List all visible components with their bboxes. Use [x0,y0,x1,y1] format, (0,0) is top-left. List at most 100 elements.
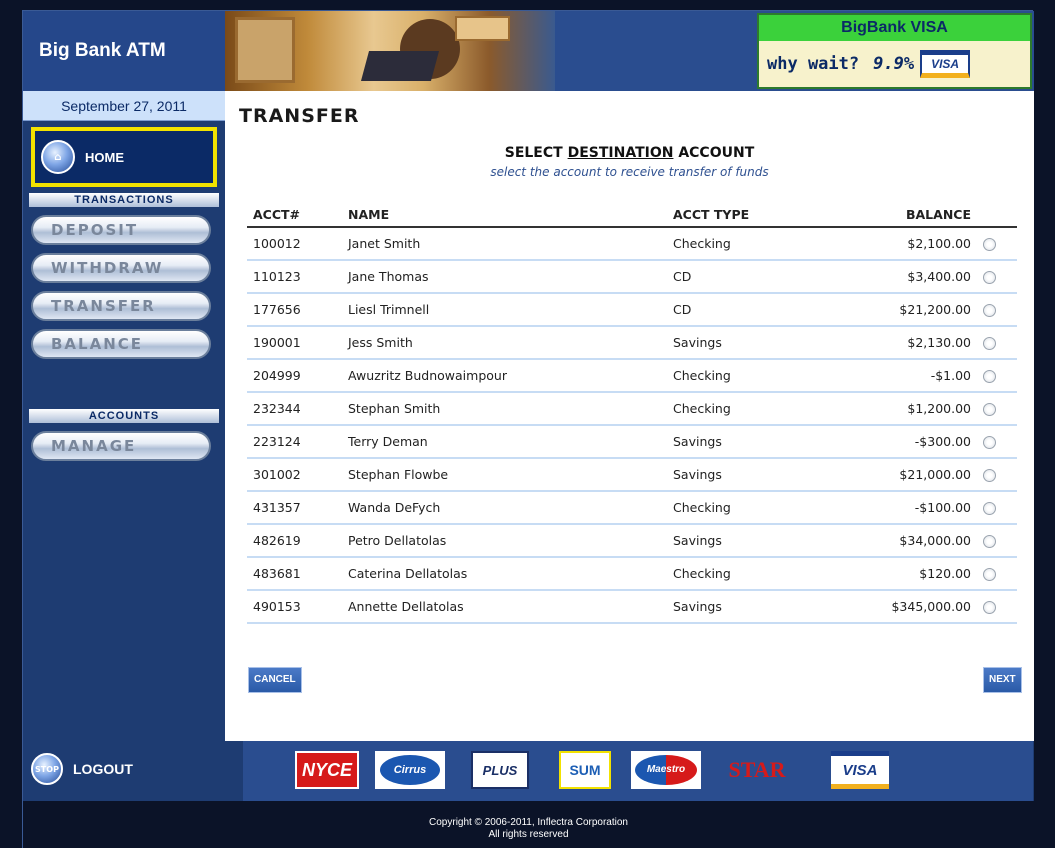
accounts-heading: ACCOUNTS [29,409,219,423]
select-cell [977,590,1017,624]
table-row[interactable]: 482619 Petro Dellatolas Savings $34,000.00 [247,524,1017,558]
acct-balance-cell: -$300.00 [847,425,977,459]
select-account-radio[interactable] [983,436,996,449]
ad-tagline: why wait? [767,54,860,74]
table-header-row: ACCT# NAME ACCT TYPE BALANCE [247,203,1017,228]
rights-text: All rights reserved [488,829,569,840]
select-account-radio[interactable] [983,271,996,284]
acct-number-cell: 100012 [247,227,342,261]
acct-name-cell: Stephan Smith [342,392,667,426]
select-account-radio[interactable] [983,238,996,251]
copyright-text: Copyright © 2006-2011, Inflectra Corpora… [429,817,628,828]
visa-logo: VISA [831,751,889,789]
transfer-button[interactable]: TRANSFER [31,291,211,321]
select-cell [977,326,1017,360]
plus-logo: PLUS [471,751,529,789]
select-cell [977,458,1017,492]
main-panel: TRANSFER SELECT DESTINATION ACCOUNT sele… [225,91,1034,741]
logout-label: LOGOUT [73,761,133,777]
app-title: Big Bank ATM [23,11,225,91]
visa-ad[interactable]: BigBank VISA why wait? 9.9% VISA [757,13,1032,89]
select-account-radio[interactable] [983,601,996,614]
banner-photo [225,11,555,91]
withdraw-button[interactable]: WITHDRAW [31,253,211,283]
table-row[interactable]: 190001 Jess Smith Savings $2,130.00 [247,326,1017,360]
col-select-header [977,203,1017,228]
table-row[interactable]: 204999 Awuzritz Budnowaimpour Checking -$1.… [247,359,1017,393]
table-row[interactable]: 100012 Janet Smith Checking $2,100.00 [247,227,1017,261]
acct-balance-cell: -$100.00 [847,491,977,525]
select-account-radio[interactable] [983,502,996,515]
nyce-logo: NYCE [295,751,359,789]
acct-name-cell: Janet Smith [342,227,667,261]
select-cell [977,425,1017,459]
select-account-radio[interactable] [983,403,996,416]
home-label: HOME [85,149,124,165]
subtitle-suffix: ACCOUNT [673,145,755,161]
col-acct-header: ACCT# [247,203,342,228]
col-type-header: ACCT TYPE [667,203,847,228]
select-account-radio[interactable] [983,304,996,317]
table-row[interactable]: 110123 Jane Thomas CD $3,400.00 [247,260,1017,294]
select-cell [977,557,1017,591]
ad-body: why wait? 9.9% VISA [759,41,1030,87]
acct-type-cell: Savings [667,590,847,624]
table-row[interactable]: 232344 Stephan Smith Checking $1,200.00 [247,392,1017,426]
current-date: September 27, 2011 [23,91,225,121]
table-row[interactable]: 490153 Annette Dellatolas Savings $345,000.… [247,590,1017,624]
manage-button[interactable]: MANAGE [31,431,211,461]
acct-balance-cell: $3,400.00 [847,260,977,294]
select-account-radio[interactable] [983,337,996,350]
stop-icon: STOP [31,753,63,785]
home-icon: ⌂ [41,140,75,174]
deposit-button[interactable]: DEPOSIT [31,215,211,245]
acct-number-cell: 190001 [247,326,342,360]
home-button[interactable]: ⌂ HOME [31,127,217,187]
cancel-button[interactable]: CANCEL [248,667,302,693]
acct-balance-cell: $1,200.00 [847,392,977,426]
select-account-radio[interactable] [983,568,996,581]
visa-card-icon: VISA [920,50,971,78]
acct-balance-cell: $2,130.00 [847,326,977,360]
acct-name-cell: Jane Thomas [342,260,667,294]
select-cell [977,260,1017,294]
select-cell [977,227,1017,261]
ad-rate: 9.9% [873,54,915,74]
select-account-radio[interactable] [983,535,996,548]
balance-button[interactable]: BALANCE [31,329,211,359]
table-row[interactable]: 483681 Caterina Dellatolas Checking $120.00 [247,557,1017,591]
transactions-heading: TRANSACTIONS [29,193,219,207]
acct-number-cell: 223124 [247,425,342,459]
table-row[interactable]: 177656 Liesl Trimnell CD $21,200.00 [247,293,1017,327]
select-cell [977,524,1017,558]
select-cell [977,392,1017,426]
acct-number-cell: 483681 [247,557,342,591]
acct-number-cell: 177656 [247,293,342,327]
acct-name-cell: Wanda DeFych [342,491,667,525]
logout-button[interactable]: STOP LOGOUT [31,753,133,785]
acct-type-cell: Savings [667,524,847,558]
acct-balance-cell: $345,000.00 [847,590,977,624]
acct-name-cell: Stephan Flowbe [342,458,667,492]
acct-type-cell: Checking [667,557,847,591]
select-account-radio[interactable] [983,469,996,482]
table-row[interactable]: 301002 Stephan Flowbe Savings $21,000.00 [247,458,1017,492]
acct-type-cell: Checking [667,491,847,525]
acct-type-cell: CD [667,260,847,294]
acct-number-cell: 490153 [247,590,342,624]
sidebar: September 27, 2011 ⌂ HOME TRANSACTIONS D… [23,91,225,741]
header: Big Bank ATM BigBank VISA why wait? 9.9%… [23,11,1034,91]
acct-name-cell: Awuzritz Budnowaimpour [342,359,667,393]
table-row[interactable]: 223124 Terry Deman Savings -$300.00 [247,425,1017,459]
acct-balance-cell: $21,200.00 [847,293,977,327]
sum-logo: SUM [559,751,611,789]
copyright: Copyright © 2006-2011, Inflectra Corpora… [23,801,1034,848]
acct-type-cell: Savings [667,425,847,459]
select-account-radio[interactable] [983,370,996,383]
ad-title: BigBank VISA [759,15,1030,41]
acct-name-cell: Caterina Dellatolas [342,557,667,591]
page-title: TRANSFER [239,105,360,127]
subtitle-emphasis: DESTINATION [567,145,674,161]
table-row[interactable]: 431357 Wanda DeFych Checking -$100.00 [247,491,1017,525]
next-button[interactable]: NEXT [983,667,1022,693]
